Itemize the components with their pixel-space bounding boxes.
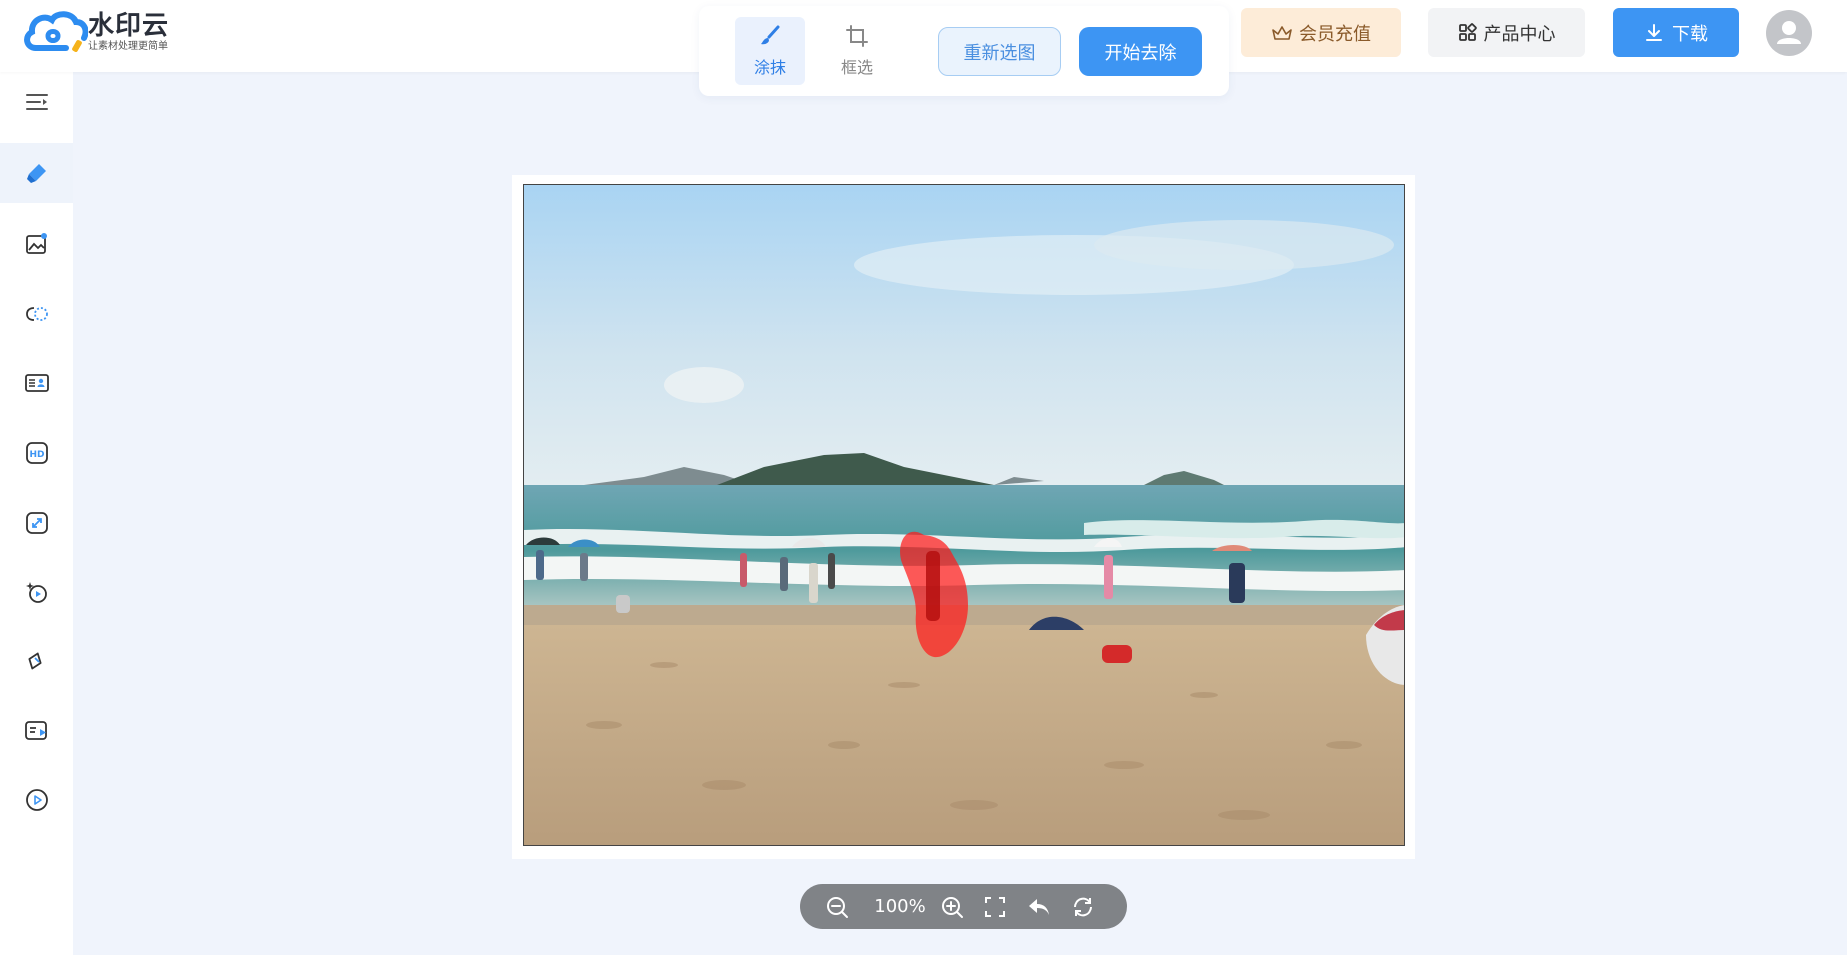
cutout-icon — [25, 307, 48, 321]
edit-toolbar: 涂抹 框选 重新选图 开始去除 — [699, 6, 1229, 96]
undo-icon — [1029, 898, 1049, 915]
sidebar-item-image-edit[interactable] — [0, 214, 73, 274]
undo-button[interactable] — [1024, 884, 1054, 929]
eraser-icon — [26, 164, 46, 183]
sidebar-item-resize[interactable] — [0, 493, 73, 553]
tool-sidebar: HD — [0, 72, 73, 955]
refresh-icon — [1074, 897, 1092, 916]
image-edit-icon — [25, 233, 47, 254]
sidebar-item-id-photo[interactable] — [0, 353, 73, 413]
download-button[interactable]: 下载 — [1613, 8, 1739, 57]
crown-icon — [1272, 25, 1292, 40]
zoom-out-button[interactable] — [822, 884, 852, 929]
brush-icon — [761, 25, 780, 45]
beach-photo[interactable] — [523, 184, 1405, 846]
fullscreen-icon — [985, 896, 1005, 917]
sidebar-item-link[interactable] — [0, 631, 73, 691]
tool-brush[interactable]: 涂抹 — [735, 17, 805, 85]
brand-logo[interactable]: 水印云 让素材处理更简单 — [22, 8, 169, 58]
id-photo-icon — [24, 374, 49, 392]
tool-brush-label: 涂抹 — [753, 58, 786, 77]
link-icon — [27, 652, 42, 670]
download-icon — [1646, 23, 1662, 41]
sidebar-item-play[interactable] — [0, 770, 73, 830]
sidebar-item-watermark-remove[interactable] — [0, 143, 73, 203]
sidebar-item-hd[interactable]: HD — [0, 423, 73, 483]
download-label: 下载 — [1672, 23, 1708, 45]
crop-icon — [846, 25, 868, 47]
vip-recharge-label: 会员充值 — [1299, 23, 1371, 45]
reset-button[interactable] — [1068, 884, 1098, 929]
resize-icon — [25, 512, 48, 534]
menu-collapse-icon — [25, 94, 48, 110]
brand-slogan: 让素材处理更简单 — [88, 41, 168, 52]
video-text-icon — [24, 721, 47, 740]
ai-video-icon — [25, 582, 47, 603]
sidebar-item-video-text[interactable] — [0, 701, 73, 761]
play-icon — [25, 789, 48, 811]
zoom-controls: 100% — [800, 884, 1127, 929]
brand-name: 水印云 — [88, 11, 170, 41]
cloud-logo-icon — [24, 11, 88, 52]
user-avatar[interactable] — [1766, 10, 1812, 56]
fit-screen-button[interactable] — [980, 884, 1010, 929]
zoom-in-icon — [942, 896, 963, 918]
zoom-level: 100% — [874, 896, 926, 917]
user-icon — [1777, 21, 1801, 44]
start-removal-button[interactable]: 开始去除 — [1079, 27, 1202, 76]
sidebar-item-cutout[interactable] — [0, 284, 73, 344]
reselect-image-button[interactable]: 重新选图 — [938, 27, 1061, 76]
product-center-label: 产品中心 — [1483, 23, 1556, 45]
vip-recharge-button[interactable]: 会员充值 — [1241, 8, 1401, 57]
sidebar-item-ai-video[interactable] — [0, 562, 73, 622]
grid-apps-icon — [1458, 22, 1477, 41]
svg-text:HD: HD — [29, 450, 44, 460]
beach-photo-image — [524, 185, 1404, 845]
product-center-button[interactable]: 产品中心 — [1428, 8, 1585, 57]
hd-icon: HD — [25, 442, 48, 464]
tool-crop-label: 框选 — [840, 58, 873, 77]
zoom-out-icon — [827, 896, 848, 918]
zoom-in-button[interactable] — [937, 884, 967, 929]
tool-crop[interactable]: 框选 — [822, 17, 892, 85]
sidebar-collapse[interactable] — [0, 72, 73, 132]
